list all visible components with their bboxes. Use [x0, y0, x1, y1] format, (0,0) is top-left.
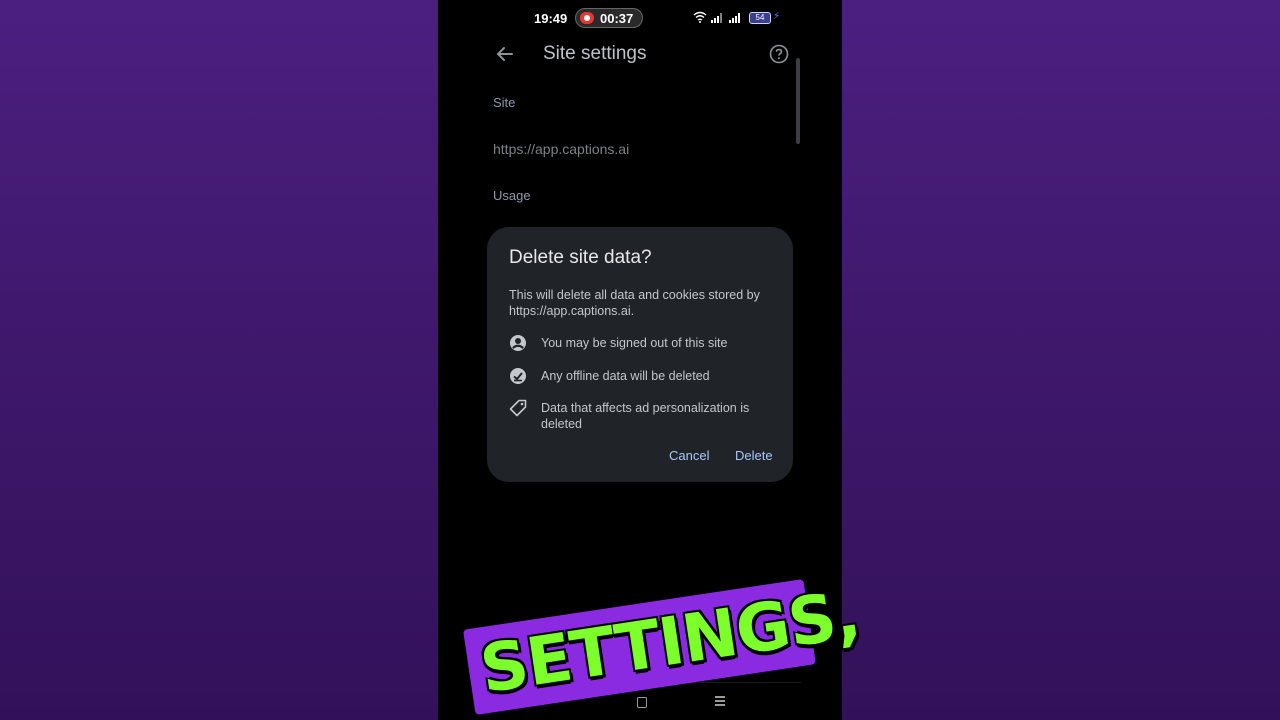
- charging-icon: ⚡: [773, 11, 781, 22]
- site-url: https://app.captions.ai: [493, 141, 630, 157]
- battery-icon: 54: [749, 12, 771, 24]
- tag-icon: [509, 399, 527, 417]
- system-icons: 54 ⚡: [693, 11, 783, 25]
- recents-icon[interactable]: [715, 695, 725, 707]
- signal-icon-sim1: [711, 13, 725, 23]
- status-clock: 19:49: [534, 11, 568, 26]
- account-circle-icon: [510, 335, 526, 351]
- bullet-text: You may be signed out of this site: [541, 336, 728, 350]
- background-right: [842, 0, 1280, 720]
- background-left: [0, 0, 438, 720]
- home-icon[interactable]: [637, 697, 647, 708]
- signal-icon-sim2: [729, 13, 743, 23]
- delete-site-data-dialog: Delete site data? This will delete all d…: [487, 227, 793, 482]
- scrollbar[interactable]: [796, 58, 800, 144]
- back-arrow-icon[interactable]: [493, 42, 517, 66]
- wifi-icon: [693, 11, 707, 23]
- offline-check-icon: [510, 368, 526, 384]
- cancel-button[interactable]: Cancel: [669, 448, 709, 463]
- dialog-title: Delete site data?: [509, 247, 652, 268]
- bullet-text: Data that affects ad personalization is …: [541, 401, 750, 431]
- bullet-text: Any offline data will be deleted: [541, 369, 710, 383]
- dialog-message: This will delete all data and cookies st…: [509, 288, 760, 318]
- status-bar: 19:49 00:37 54 ⚡: [479, 0, 801, 36]
- usage-section-label: Usage: [493, 188, 531, 203]
- recording-time: 00:37: [600, 11, 634, 26]
- site-section-label: Site: [493, 95, 516, 110]
- help-icon[interactable]: [769, 44, 789, 64]
- record-icon: [580, 12, 594, 24]
- delete-button[interactable]: Delete: [735, 448, 773, 463]
- page-title: Site settings: [543, 43, 647, 64]
- screen-recording-indicator[interactable]: 00:37: [575, 8, 643, 28]
- app-bar: Site settings: [479, 36, 801, 72]
